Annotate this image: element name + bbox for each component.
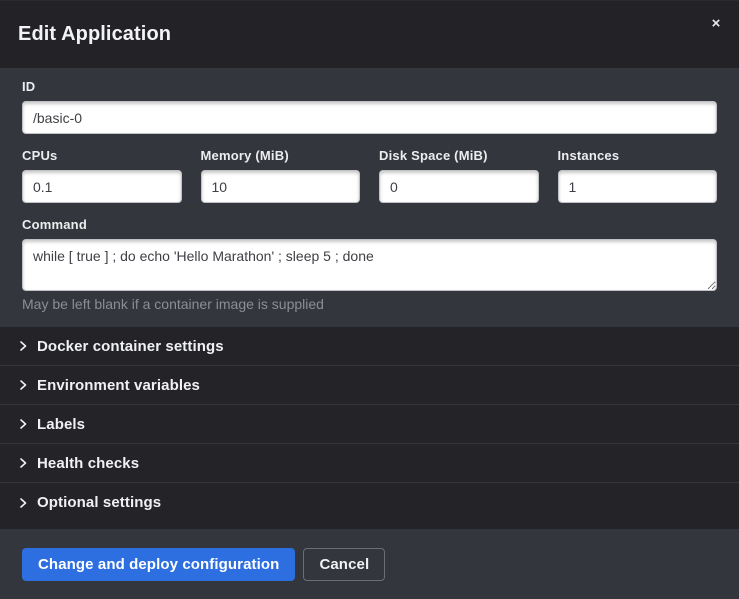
chevron-right-icon [18, 341, 28, 351]
cpus-input[interactable] [22, 170, 182, 203]
section-label: Docker container settings [37, 338, 224, 355]
section-health-checks[interactable]: Health checks [0, 444, 739, 483]
command-label: Command [22, 217, 717, 232]
section-label: Optional settings [37, 494, 161, 511]
id-field-group: ID [22, 79, 717, 134]
command-help-text: May be left blank if a container image i… [22, 296, 717, 312]
modal-title: Edit Application [18, 23, 171, 46]
section-optional-settings[interactable]: Optional settings [0, 483, 739, 522]
modal-header: Edit Application × [0, 1, 739, 68]
disk-field-group: Disk Space (MiB) [379, 148, 539, 203]
instances-input[interactable] [558, 170, 718, 203]
section-environment-variables[interactable]: Environment variables [0, 366, 739, 405]
section-label: Health checks [37, 455, 139, 472]
instances-label: Instances [558, 148, 718, 163]
resources-row: CPUs Memory (MiB) Disk Space (MiB) Insta… [22, 148, 717, 203]
section-label: Labels [37, 416, 85, 433]
chevron-right-icon [18, 458, 28, 468]
change-and-deploy-button[interactable]: Change and deploy configuration [22, 548, 295, 581]
cpus-label: CPUs [22, 148, 182, 163]
instances-field-group: Instances [558, 148, 718, 203]
chevron-right-icon [18, 380, 28, 390]
accordion-sections: Docker container settings Environment va… [0, 327, 739, 529]
command-textarea[interactable]: while [ true ] ; do echo 'Hello Marathon… [22, 239, 717, 291]
section-labels[interactable]: Labels [0, 405, 739, 444]
edit-application-modal: Edit Application × ID CPUs Memory (MiB) … [0, 0, 739, 599]
id-input[interactable] [22, 101, 717, 134]
disk-input[interactable] [379, 170, 539, 203]
memory-field-group: Memory (MiB) [201, 148, 361, 203]
modal-footer: Change and deploy configuration Cancel [0, 529, 739, 599]
close-icon[interactable]: × [705, 13, 727, 35]
section-docker-container-settings[interactable]: Docker container settings [0, 327, 739, 366]
memory-label: Memory (MiB) [201, 148, 361, 163]
chevron-right-icon [18, 498, 28, 508]
chevron-right-icon [18, 419, 28, 429]
cancel-button[interactable]: Cancel [303, 548, 385, 581]
section-label: Environment variables [37, 377, 200, 394]
memory-input[interactable] [201, 170, 361, 203]
id-label: ID [22, 79, 717, 94]
cpus-field-group: CPUs [22, 148, 182, 203]
form-body: ID CPUs Memory (MiB) Disk Space (MiB) In… [0, 68, 739, 327]
disk-label: Disk Space (MiB) [379, 148, 539, 163]
command-field-group: Command while [ true ] ; do echo 'Hello … [22, 217, 717, 327]
